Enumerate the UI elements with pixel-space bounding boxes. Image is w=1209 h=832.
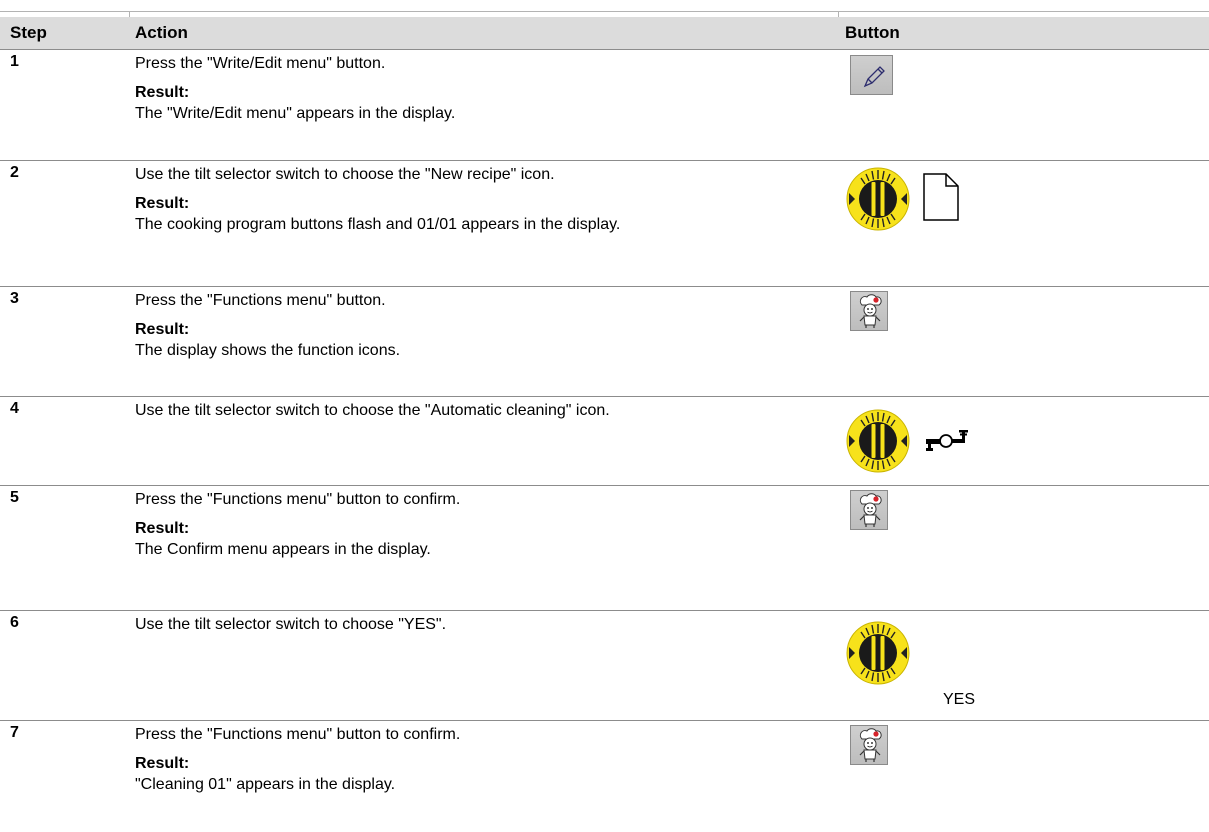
chef-icon <box>859 294 882 328</box>
action-text: Use the tilt selector switch to choose t… <box>135 402 610 419</box>
yes-option: YES <box>943 691 976 708</box>
action-text: Press the "Functions menu" button. <box>135 292 386 309</box>
pencil-icon <box>863 66 885 88</box>
step-number: 4 <box>10 400 19 417</box>
instruction-table: Step Action Button 1 Press the "Write/Ed… <box>0 0 1209 832</box>
table-top-rule <box>0 11 1209 12</box>
step-action: Press the "Functions menu" button. Resul… <box>135 290 795 361</box>
step-action: Press the "Functions menu" button to con… <box>135 489 795 560</box>
step-action: Press the "Write/Edit menu" button. Resu… <box>135 53 795 124</box>
functions-menu-button <box>850 490 888 530</box>
result-label: Result: <box>135 84 190 101</box>
table-row: 3 Press the "Functions menu" button. Res… <box>0 287 1209 397</box>
step-action: Use the tilt selector switch to choose t… <box>135 400 795 421</box>
step-number: 6 <box>10 614 19 631</box>
chef-icon <box>859 728 882 762</box>
step-action: Use the tilt selector switch to choose "… <box>135 614 795 635</box>
tilt-selector-icon <box>846 621 910 685</box>
result-text: "Cleaning 01" appears in the display. <box>135 776 396 793</box>
result-label: Result: <box>135 321 190 338</box>
step-number: 1 <box>10 53 19 70</box>
step-number: 2 <box>10 164 19 181</box>
result-label: Result: <box>135 195 190 212</box>
result-label: Result: <box>135 755 190 772</box>
result-label: Result: <box>135 520 190 537</box>
write-edit-menu-button <box>850 55 893 95</box>
header-step: Step <box>10 23 47 42</box>
action-text: Press the "Functions menu" button to con… <box>135 491 461 508</box>
step-action: Use the tilt selector switch to choose t… <box>135 164 795 235</box>
action-text: Press the "Write/Edit menu" button. <box>135 55 386 72</box>
header-action: Action <box>135 23 188 42</box>
result-text: The display shows the function icons. <box>135 342 401 359</box>
tilt-selector-icon <box>846 409 910 473</box>
action-text: Use the tilt selector switch to choose "… <box>135 616 447 633</box>
functions-menu-button <box>850 725 888 765</box>
table-row: 5 Press the "Functions menu" button to c… <box>0 486 1209 611</box>
chef-icon <box>859 493 882 527</box>
header-button: Button <box>845 23 900 42</box>
table-row: 4 Use the tilt selector switch to choose… <box>0 397 1209 486</box>
step-number: 3 <box>10 290 19 307</box>
table-row: 7 Press the "Functions menu" button to c… <box>0 721 1209 832</box>
table-row: 1 Press the "Write/Edit menu" button. Re… <box>0 50 1209 161</box>
result-text: The Confirm menu appears in the display. <box>135 541 431 558</box>
automatic-cleaning-icon <box>926 430 968 451</box>
result-text: The cooking program buttons flash and 01… <box>135 216 621 233</box>
functions-menu-button <box>850 291 888 331</box>
action-text: Use the tilt selector switch to choose t… <box>135 166 555 183</box>
action-text: Press the "Functions menu" button to con… <box>135 726 461 743</box>
step-number: 5 <box>10 489 19 506</box>
step-action: Press the "Functions menu" button to con… <box>135 724 795 795</box>
table-header: Step Action Button <box>0 17 1209 50</box>
tilt-selector-icon <box>846 167 910 231</box>
result-text: The "Write/Edit menu" appears in the dis… <box>135 105 456 122</box>
table-row: 6 Use the tilt selector switch to choose… <box>0 611 1209 721</box>
table-row: 2 Use the tilt selector switch to choose… <box>0 161 1209 287</box>
step-number: 7 <box>10 724 19 741</box>
new-recipe-icon <box>923 173 959 221</box>
